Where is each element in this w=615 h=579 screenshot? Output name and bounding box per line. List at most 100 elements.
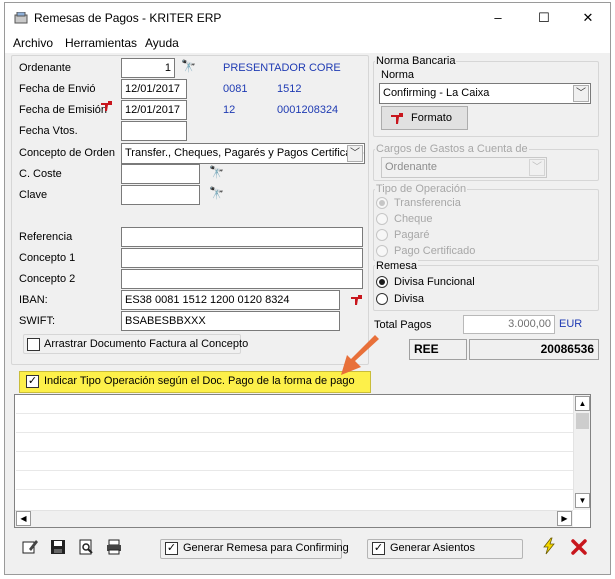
minimize-button[interactable]: –	[475, 3, 521, 33]
fecha-envio-code1: 0081	[223, 83, 248, 95]
total-pagos-label: Total Pagos	[374, 319, 432, 331]
ree-number: 20086536	[469, 339, 599, 360]
app-icon	[14, 12, 28, 24]
horizontal-scrollbar[interactable]: ◀ ▶	[15, 510, 573, 527]
scroll-up-icon[interactable]: ▲	[575, 396, 590, 411]
concepto-orden-value: Transfer., Cheques, Pagarés y Pagos Cert…	[125, 147, 365, 159]
menu-ayuda[interactable]: Ayuda	[145, 36, 179, 50]
clave-label: Clave	[19, 189, 48, 201]
radio-cheque	[376, 213, 388, 225]
maximize-button[interactable]: ☐	[521, 3, 567, 33]
close-button[interactable]: ✕	[565, 3, 611, 33]
radio-divisa-funcional[interactable]	[376, 276, 388, 288]
norma-label: Norma	[381, 69, 415, 81]
pago-certificado-label: Pago Certificado	[394, 245, 476, 257]
fecha-vtos-label: Fecha Vtos.	[19, 125, 78, 137]
binoculars-icon[interactable]: 🔭	[209, 165, 224, 179]
grid-line	[16, 470, 573, 471]
grid-line	[16, 413, 573, 414]
fecha-emision-label: Fecha de Emisión	[19, 104, 108, 116]
menu-herramientas[interactable]: Herramientas	[65, 36, 137, 50]
window-title: Remesas de Pagos - KRITER ERP	[34, 11, 222, 25]
ordenante-input[interactable]: 1	[121, 58, 175, 78]
concepto-orden-select[interactable]: Transfer., Cheques, Pagarés y Pagos Cert…	[121, 143, 365, 164]
concepto2-label: Concepto 2	[19, 273, 76, 285]
chevron-down-icon[interactable]: ﹀	[347, 145, 363, 162]
title-bar: Remesas de Pagos - KRITER ERP – ☐ ✕	[5, 3, 610, 33]
save-icon[interactable]	[49, 538, 67, 556]
binoculars-icon[interactable]: 🔭	[181, 59, 196, 73]
menu-archivo[interactable]: Archivo	[13, 36, 53, 50]
tipo-operacion-title: Tipo de Operación	[375, 183, 468, 195]
chevron-down-icon: ﹀	[529, 159, 545, 176]
indicar-tipo-checkbox[interactable]: ✓	[26, 375, 39, 388]
remesa-title: Remesa	[375, 260, 418, 272]
transferencia-label: Transferencia	[394, 197, 461, 209]
chevron-down-icon[interactable]: ﹀	[573, 85, 589, 102]
radio-divisa[interactable]	[376, 293, 388, 305]
arrow-annotation-icon	[341, 335, 379, 375]
edit-icon[interactable]	[21, 538, 39, 556]
cargos-title: Cargos de Gastos a Cuenta de	[375, 143, 529, 155]
concepto1-input[interactable]	[121, 248, 363, 268]
fecha-emision-input[interactable]: 12/01/2017	[121, 100, 187, 120]
norma-bancaria-title: Norma Bancaria	[375, 55, 457, 67]
grid-line	[16, 432, 573, 433]
tool-icon	[391, 113, 403, 124]
ree-label: REE	[409, 339, 467, 360]
swift-label: SWIFT:	[19, 315, 56, 327]
text-area[interactable]: ▲ ▼ ◀ ▶	[14, 394, 591, 528]
arrastrar-checkbox[interactable]	[27, 338, 40, 351]
cheque-label: Cheque	[394, 213, 433, 225]
cargos-value: Ordenante	[385, 161, 437, 173]
generar-asientos-label: Generar Asientos	[390, 542, 475, 554]
scroll-right-icon[interactable]: ▶	[557, 511, 572, 526]
cancel-icon[interactable]	[570, 538, 588, 556]
norma-select[interactable]: Confirming - La Caixa ﹀	[379, 83, 591, 104]
tool-icon[interactable]	[350, 294, 363, 306]
c-coste-input[interactable]	[121, 164, 200, 184]
radio-pagare	[376, 229, 388, 241]
print-preview-icon[interactable]	[77, 538, 95, 556]
total-currency: EUR	[559, 318, 583, 330]
grid-line	[16, 489, 573, 490]
fecha-vtos-input[interactable]	[121, 121, 187, 141]
fecha-envio-label: Fecha de Envió	[19, 83, 96, 95]
referencia-label: Referencia	[19, 231, 73, 243]
referencia-input[interactable]	[121, 227, 363, 247]
fecha-emision-code1: 12	[223, 104, 236, 116]
lightning-icon[interactable]	[540, 537, 558, 555]
total-pagos-value: 3.000,00	[463, 315, 555, 334]
divisa-funcional-label: Divisa Funcional	[394, 276, 475, 288]
menu-bar: Archivo Herramientas Ayuda	[5, 33, 610, 53]
norma-value: Confirming - La Caixa	[383, 87, 490, 99]
generar-remesa-label: Generar Remesa para Confirming	[183, 542, 349, 554]
binoculars-icon[interactable]: 🔭	[209, 186, 224, 200]
vertical-scrollbar[interactable]: ▲ ▼	[573, 395, 590, 510]
formato-button[interactable]: Formato	[381, 106, 468, 130]
concepto1-label: Concepto 1	[19, 252, 76, 264]
generar-asientos-checkbox[interactable]: ✓	[372, 542, 385, 555]
fecha-envio-code2: 1512	[277, 83, 302, 95]
ordenante-name: PRESENTADOR CORE	[223, 62, 341, 74]
printer-icon[interactable]	[105, 538, 123, 556]
indicar-tipo-label: Indicar Tipo Operación según el Doc. Pag…	[44, 375, 355, 387]
concepto2-input[interactable]	[121, 269, 363, 289]
scroll-left-icon[interactable]: ◀	[16, 511, 31, 526]
generar-remesa-checkbox[interactable]: ✓	[165, 542, 178, 555]
scroll-thumb[interactable]	[576, 413, 589, 429]
fecha-envio-input[interactable]: 12/01/2017	[121, 79, 187, 99]
grid-line	[16, 451, 573, 452]
iban-input[interactable]: ES38 0081 1512 1200 0120 8324	[121, 290, 340, 310]
c-coste-label: C. Coste	[19, 168, 62, 180]
iban-label: IBAN:	[19, 294, 48, 306]
swift-input[interactable]: BSABESBBXXX	[121, 311, 340, 331]
fecha-emision-code2: 0001208324	[277, 104, 339, 116]
scroll-down-icon[interactable]: ▼	[575, 493, 590, 508]
main-window: Remesas de Pagos - KRITER ERP – ☐ ✕ Arch…	[4, 2, 611, 575]
cargos-select: Ordenante ﹀	[381, 157, 547, 178]
tool-icon[interactable]	[100, 100, 113, 112]
clave-input[interactable]	[121, 185, 200, 205]
divisa-label: Divisa	[394, 293, 424, 305]
concepto-orden-label: Concepto de Orden	[19, 147, 116, 159]
